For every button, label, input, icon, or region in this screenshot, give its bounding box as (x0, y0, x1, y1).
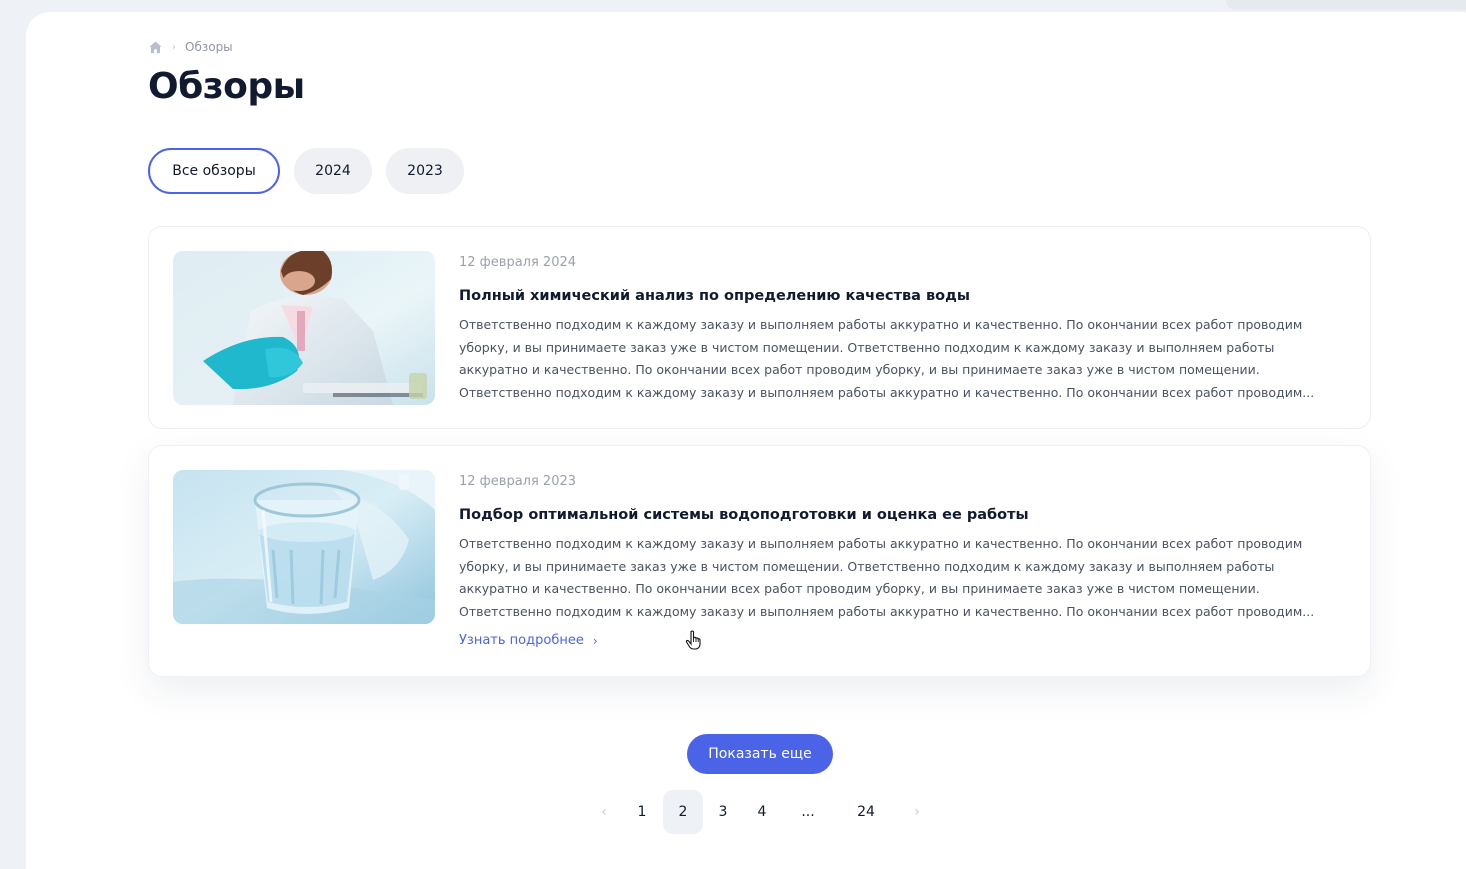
review-content: 12 февраля 2023 Подбор оптимальной систе… (459, 474, 1346, 648)
review-excerpt-line: Ответственно подходим к каждому заказу и… (459, 536, 1303, 551)
pagination-ellipsis: ... (801, 804, 815, 820)
review-card[interactable]: 12 февраля 2024 Полный химический анализ… (148, 226, 1371, 429)
year-filter-chips: Все обзоры 2024 2023 (148, 148, 464, 194)
page-title: Обзоры (148, 66, 305, 107)
review-title[interactable]: Полный химический анализ по определению … (459, 286, 1346, 306)
breadcrumb: › Обзоры (148, 38, 233, 56)
review-excerpt-line: аккуратно и качественно. По окончании вс… (459, 581, 1260, 596)
page-button-2-current[interactable]: 2 (663, 790, 703, 834)
filter-chip-2023[interactable]: 2023 (386, 148, 464, 194)
review-image-lab[interactable] (173, 251, 435, 405)
review-content: 12 февраля 2024 Полный химический анализ… (459, 255, 1346, 404)
page-button-1[interactable]: 1 (622, 790, 662, 834)
pagination: ‹ 1 2 3 4 ... 24 › (0, 790, 1466, 834)
read-more-label: Узнать подробнее (459, 633, 584, 648)
breadcrumb-current: Обзоры (185, 40, 233, 54)
chevron-right-icon: › (592, 633, 598, 648)
review-excerpt: Ответственно подходим к каждому заказу и… (459, 533, 1346, 623)
review-excerpt-line: аккуратно и качественно. По окончании вс… (459, 362, 1260, 377)
filter-chip-2024[interactable]: 2024 (294, 148, 372, 194)
page-button-24[interactable]: 24 (846, 790, 886, 834)
review-date: 12 февраля 2024 (459, 255, 577, 270)
read-more-link[interactable]: Узнать подробнее › (459, 633, 598, 648)
home-icon[interactable] (148, 40, 163, 55)
review-excerpt-line: Ответственно подходим к каждому заказу и… (459, 384, 1315, 400)
review-excerpt-line: уборку, и вы принимаете заказ уже в чист… (459, 558, 1275, 574)
review-excerpt-line: Ответственно подходим к каждому заказу и… (459, 317, 1303, 332)
prev-page-chevron-icon[interactable]: ‹ (584, 790, 624, 834)
show-more-button[interactable]: Показать еще (687, 734, 833, 774)
hand-pointer-icon (685, 630, 701, 650)
review-excerpt: Ответственно подходим к каждому заказу и… (459, 314, 1346, 404)
review-excerpt-line: Ответственно подходим к каждому заказу и… (459, 603, 1315, 619)
review-image-water-glass[interactable] (173, 470, 435, 624)
next-page-chevron-icon[interactable]: › (897, 790, 937, 834)
page-button-4[interactable]: 4 (742, 790, 782, 834)
page-button-3[interactable]: 3 (703, 790, 743, 834)
filter-chip-all[interactable]: Все обзоры (148, 148, 280, 194)
review-title[interactable]: Подбор оптимальной системы водоподготовк… (459, 505, 1346, 525)
top-right-tab (1226, 0, 1466, 10)
breadcrumb-separator-icon: › (172, 41, 176, 53)
review-date: 12 февраля 2023 (459, 474, 577, 489)
review-excerpt-line: уборку, и вы принимаете заказ уже в чист… (459, 339, 1275, 355)
review-card[interactable]: 12 февраля 2023 Подбор оптимальной систе… (148, 445, 1371, 677)
